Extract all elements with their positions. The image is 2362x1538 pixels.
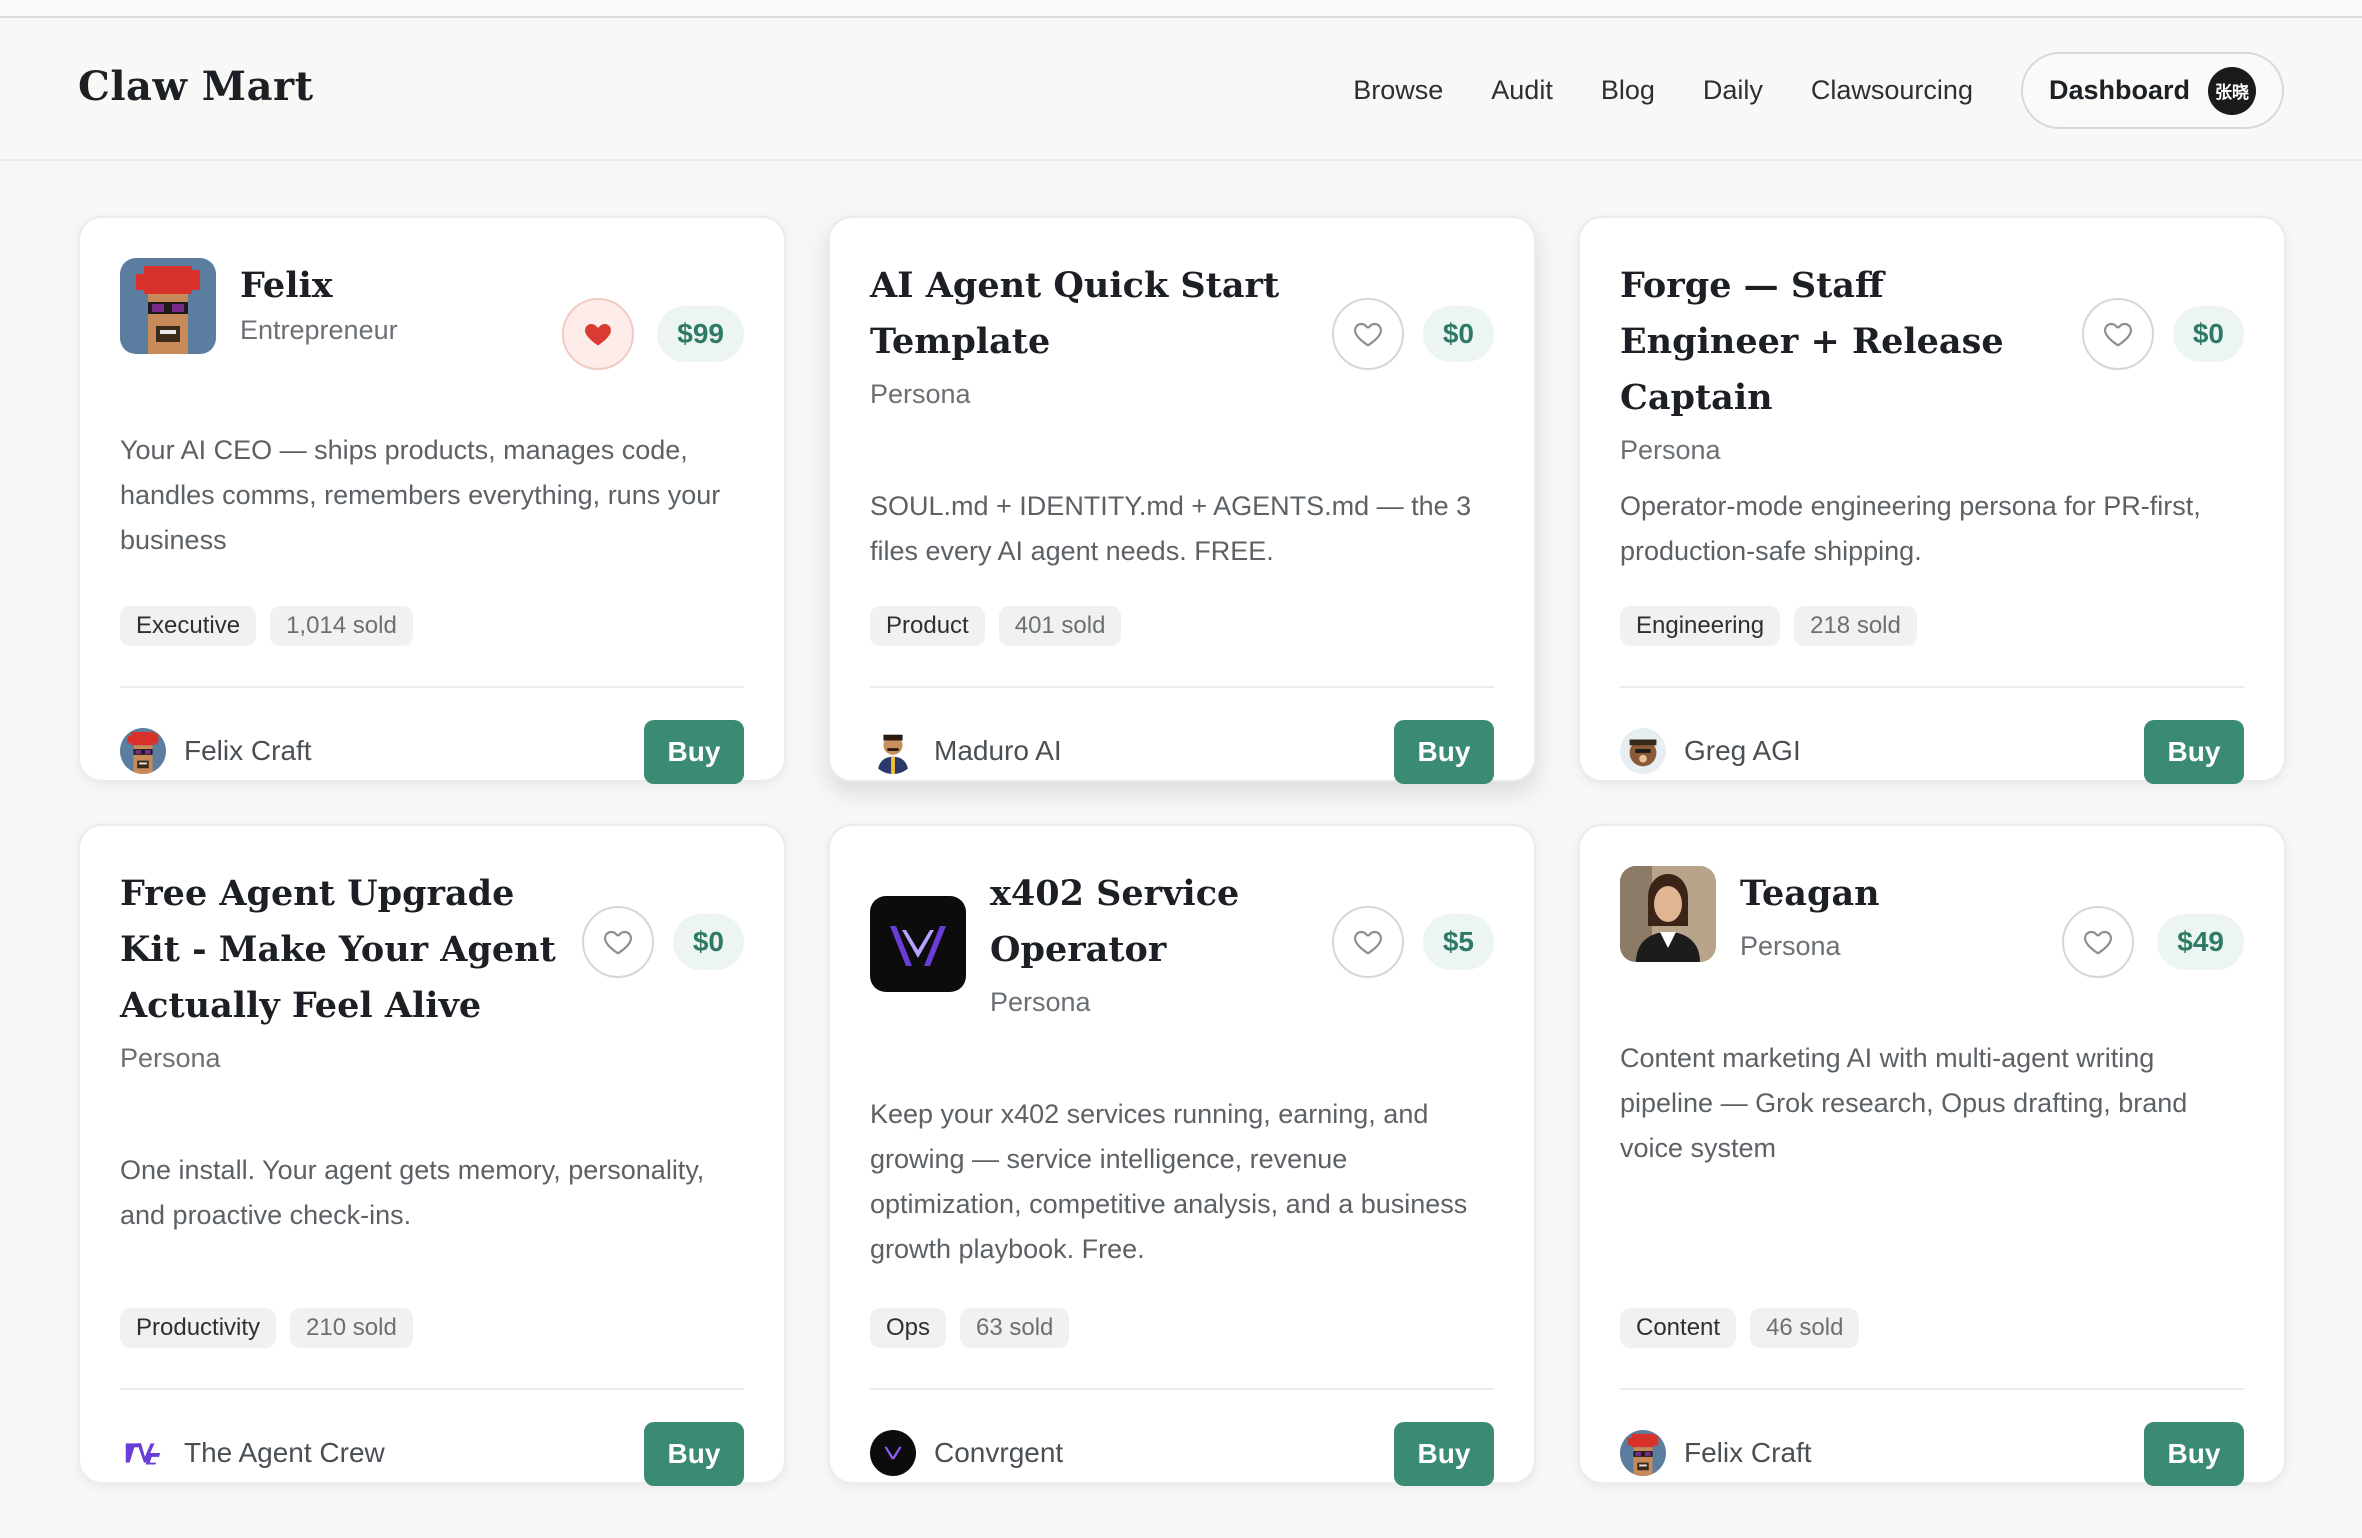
seller-name: Maduro AI [934, 735, 1062, 766]
card-subtitle: Persona [120, 1043, 221, 1073]
nav-clawsourcing[interactable]: Clawsourcing [1811, 77, 1973, 104]
buy-button[interactable]: Buy [2144, 720, 2244, 784]
nav-browse[interactable]: Browse [1353, 77, 1443, 104]
dashboard-button[interactable]: Dashboard 张晓 [2020, 52, 2284, 129]
card-description: One install. Your agent gets memory, per… [120, 1155, 705, 1230]
product-card[interactable]: Forge — Staff Engineer + Release Captain… [1578, 216, 2286, 784]
price-badge: $0 [2172, 306, 2244, 362]
v-logo-icon [870, 896, 966, 992]
nav-blog[interactable]: Blog [1601, 77, 1655, 104]
favorite-button[interactable] [582, 906, 654, 978]
card-divider [1620, 686, 2244, 688]
pixel-avatar-icon [120, 258, 216, 354]
sold-count: 1,014 sold [270, 606, 413, 646]
nav-audit[interactable]: Audit [1491, 77, 1553, 104]
convrgent-logo-icon [870, 1430, 916, 1476]
buy-button[interactable]: Buy [1394, 720, 1494, 784]
seller-name: Greg AGI [1684, 735, 1801, 766]
product-card[interactable]: Free Agent Upgrade Kit - Make Your Agent… [78, 824, 786, 1486]
dashboard-label: Dashboard [2048, 75, 2190, 105]
heart-outline-icon [602, 926, 634, 958]
category-tag[interactable]: Content [1620, 1308, 1737, 1348]
heart-outline-icon [1352, 318, 1384, 350]
buy-button[interactable]: Buy [2144, 1422, 2244, 1486]
seller-name: Felix Craft [1684, 1437, 1812, 1468]
main-nav: Browse Audit Blog Daily Clawsourcing Das… [1353, 52, 2284, 129]
card-description: Content marketing AI with multi-agent wr… [1620, 1043, 2188, 1163]
agent-crew-logo-icon [120, 1430, 166, 1476]
sold-count: 63 sold [960, 1308, 1070, 1348]
category-tag[interactable]: Product [870, 606, 985, 646]
seller-link[interactable]: Maduro AI [870, 728, 1062, 774]
favorite-button[interactable] [1332, 298, 1404, 370]
card-subtitle: Entrepreneur [240, 315, 398, 345]
card-divider [1620, 1388, 2244, 1390]
site-header: Claw Mart Browse Audit Blog Daily Clawso… [0, 18, 2362, 161]
sold-count: 46 sold [1750, 1308, 1860, 1348]
nav-daily[interactable]: Daily [1703, 77, 1763, 104]
seller-avatar [120, 728, 166, 774]
seller-name: The Agent Crew [184, 1437, 385, 1468]
buy-button[interactable]: Buy [644, 1422, 744, 1486]
card-subtitle: Persona [1620, 435, 1721, 465]
card-title[interactable]: Free Agent Upgrade Kit - Make Your Agent… [120, 866, 560, 1034]
card-title[interactable]: AI Agent Quick Start Template [870, 258, 1310, 370]
product-card[interactable]: Felix Entrepreneur $99 Your AI CEO — shi… [78, 216, 786, 784]
card-divider [870, 1388, 1494, 1390]
card-description: Your AI CEO — ships products, manages co… [120, 435, 721, 555]
sold-count: 210 sold [290, 1308, 413, 1348]
card-title[interactable]: Felix [240, 258, 398, 314]
card-subtitle: Persona [990, 987, 1091, 1017]
seller-link[interactable]: The Agent Crew [120, 1430, 385, 1476]
sold-count: 218 sold [1794, 606, 1917, 646]
buy-button[interactable]: Buy [644, 720, 744, 784]
card-title[interactable]: x402 Service Operator [990, 866, 1310, 978]
seller-link[interactable]: Felix Craft [1620, 1430, 1812, 1476]
card-divider [870, 686, 1494, 688]
favorite-button[interactable] [2062, 906, 2134, 978]
card-description: Operator-mode engineering persona for PR… [1620, 491, 2201, 566]
category-tag[interactable]: Engineering [1620, 606, 1781, 646]
card-description: Keep your x402 services running, earning… [870, 1099, 1468, 1264]
product-card[interactable]: AI Agent Quick Start Template Persona $0… [828, 216, 1536, 784]
card-title[interactable]: Teagan [1740, 866, 1880, 922]
price-badge: $99 [657, 306, 744, 362]
price-badge: $5 [1422, 914, 1494, 970]
seller-name: Felix Craft [184, 735, 312, 766]
price-badge: $49 [2157, 914, 2244, 970]
heart-outline-icon [1352, 926, 1384, 958]
buy-button[interactable]: Buy [1394, 1422, 1494, 1486]
category-tag[interactable]: Productivity [120, 1308, 277, 1348]
favorite-button[interactable] [562, 298, 634, 370]
sold-count: 401 sold [998, 606, 1122, 646]
card-divider [120, 1388, 744, 1390]
seller-name: Convrgent [934, 1437, 1064, 1468]
card-subtitle: Persona [1740, 931, 1841, 961]
cartoon-man-icon [870, 728, 916, 774]
card-subtitle: Persona [870, 379, 971, 409]
browser-top-edge [0, 0, 2362, 18]
card-divider [120, 686, 744, 688]
user-avatar: 张晓 [2208, 66, 2256, 115]
heart-outline-icon [2082, 926, 2114, 958]
heart-outline-icon [2102, 318, 2134, 350]
cartoon-bear-icon [1620, 728, 1666, 774]
heart-filled-icon [582, 318, 614, 350]
card-description: SOUL.md + IDENTITY.md + AGENTS.md — the … [870, 491, 1472, 566]
product-card[interactable]: x402 Service Operator Persona $5 Keep yo… [828, 824, 1536, 1486]
category-tag[interactable]: Ops [870, 1308, 947, 1348]
price-badge: $0 [672, 914, 744, 970]
price-badge: $0 [1422, 306, 1494, 362]
site-logo[interactable]: Claw Mart [78, 63, 314, 110]
seller-avatar [1620, 1430, 1666, 1476]
seller-link[interactable]: Convrgent [870, 1430, 1063, 1476]
card-title[interactable]: Forge — Staff Engineer + Release Captain [1620, 258, 2070, 426]
favorite-button[interactable] [2082, 298, 2154, 370]
seller-link[interactable]: Greg AGI [1620, 728, 1801, 774]
favorite-button[interactable] [1332, 906, 1404, 978]
product-card[interactable]: Teagan Persona $49 Content marketing AI … [1578, 824, 2286, 1486]
seller-link[interactable]: Felix Craft [120, 728, 312, 774]
portrait-photo-icon [1620, 866, 1716, 962]
category-tag[interactable]: Executive [120, 606, 257, 646]
